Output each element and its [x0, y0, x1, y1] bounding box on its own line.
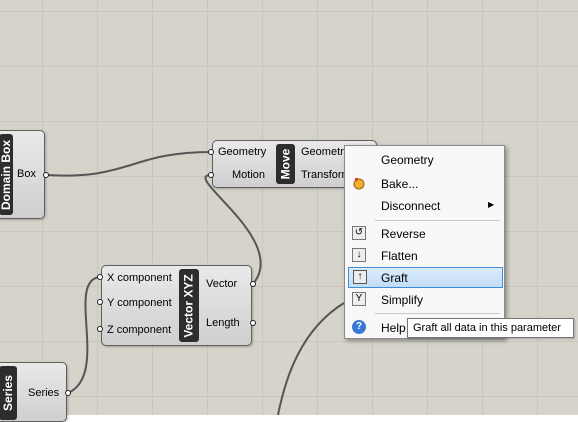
output-grip-length[interactable]	[250, 320, 256, 326]
menu-separator	[375, 313, 500, 314]
input-param-x[interactable]: X component	[107, 272, 172, 284]
component-nickname: Series	[0, 366, 17, 420]
flatten-icon: ↓	[352, 248, 366, 262]
output-param-series[interactable]: Series	[28, 387, 59, 399]
graft-icon: ↑	[353, 270, 367, 284]
input-param-motion[interactable]: Motion	[232, 169, 265, 181]
component-nickname: Domain Box	[0, 134, 13, 215]
tooltip: Graft all data in this parameter	[407, 318, 574, 338]
menu-item-flatten[interactable]: ↓ Flatten	[346, 245, 503, 266]
menu-item-graft[interactable]: ↑ Graft	[348, 267, 503, 288]
output-grip-series[interactable]	[65, 390, 71, 396]
series-component[interactable]: Series Series	[0, 362, 67, 422]
simplify-icon: Y	[352, 292, 366, 306]
help-icon: ?	[352, 320, 366, 334]
output-param-geometry[interactable]: Geometry	[301, 146, 349, 158]
input-grip-y[interactable]	[97, 299, 103, 305]
reverse-icon: ↺	[352, 226, 366, 240]
input-grip-motion[interactable]	[208, 172, 214, 178]
param-context-menu: Geometry Bake... Disconnect ▶ ↺ Reverse …	[344, 145, 505, 339]
wire-box-to-geometry	[45, 151, 212, 177]
input-param-z[interactable]: Z component	[107, 324, 171, 336]
input-grip-z[interactable]	[97, 326, 103, 332]
wire-move-output	[277, 302, 345, 415]
component-nickname: Vector XYZ	[179, 269, 199, 342]
input-grip-geometry[interactable]	[208, 149, 214, 155]
output-grip-vector[interactable]	[250, 281, 256, 287]
output-param-length[interactable]: Length	[206, 317, 240, 329]
wire-series-to-x	[67, 276, 101, 394]
menu-item-disconnect[interactable]: Disconnect ▶	[346, 195, 503, 216]
output-param-box[interactable]: Box	[17, 168, 36, 180]
menu-separator	[375, 220, 500, 221]
vector-xyz-component[interactable]: X component Y component Z component Vect…	[101, 265, 252, 346]
input-param-y[interactable]: Y component	[107, 297, 172, 309]
input-param-geometry[interactable]: Geometry	[218, 146, 266, 158]
output-param-vector[interactable]: Vector	[206, 278, 237, 290]
menu-item-title[interactable]: Geometry	[346, 149, 503, 170]
component-nickname: Move	[276, 144, 295, 184]
menu-item-reverse[interactable]: ↺ Reverse	[346, 223, 503, 244]
submenu-arrow-icon: ▶	[488, 200, 495, 209]
output-grip-box[interactable]	[43, 172, 49, 178]
input-grip-x[interactable]	[97, 274, 103, 280]
menu-item-simplify[interactable]: Y Simplify	[346, 289, 503, 310]
domain-box-component[interactable]: Domain Box Box	[0, 130, 45, 219]
menu-item-bake[interactable]: Bake...	[346, 173, 503, 194]
bake-icon	[352, 176, 366, 190]
